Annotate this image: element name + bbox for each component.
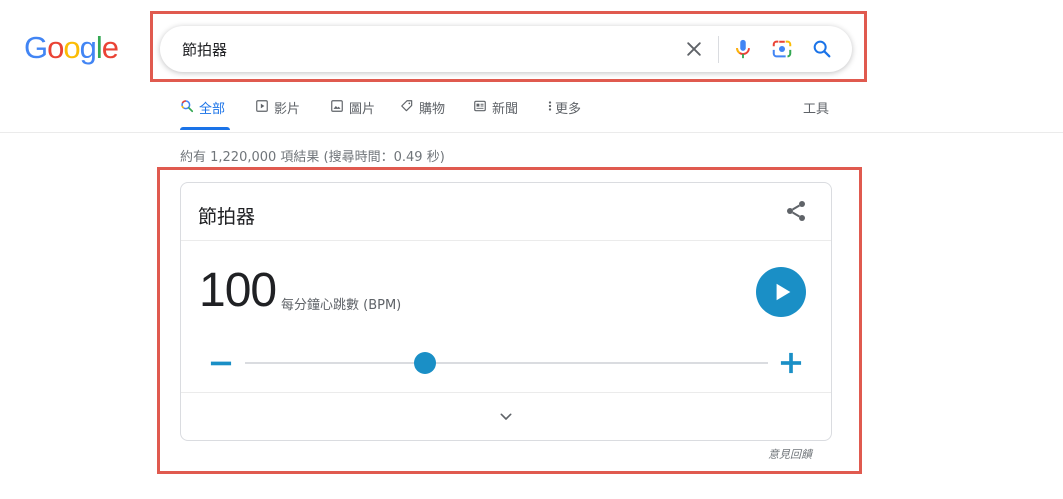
tag-icon xyxy=(401,100,413,112)
logo-letter: o xyxy=(47,30,64,65)
tools-button[interactable]: 工具 xyxy=(803,98,829,132)
tab-all-label: 全部 xyxy=(199,102,226,117)
search-tabs: 全部 影片 圖片 購物 新聞 更多 工具 xyxy=(180,98,840,132)
tab-images[interactable]: 圖片 xyxy=(330,98,375,132)
chevron-down-icon xyxy=(500,413,512,420)
search-input[interactable] xyxy=(182,36,652,62)
search-box xyxy=(160,26,852,72)
tab-more-label: 更多 xyxy=(555,102,582,117)
play-box-icon xyxy=(256,100,268,112)
search-icon xyxy=(813,40,831,58)
newspaper-icon xyxy=(474,100,486,112)
clear-search-button[interactable] xyxy=(682,37,706,61)
microphone-icon xyxy=(736,39,750,59)
tab-images-label: 圖片 xyxy=(349,102,376,117)
metronome-title: 節拍器 xyxy=(198,206,256,228)
search-submit-button[interactable] xyxy=(810,37,834,61)
more-vert-icon xyxy=(548,101,552,111)
plus-icon xyxy=(780,352,802,374)
tab-videos[interactable]: 影片 xyxy=(255,98,300,132)
lens-search-button[interactable] xyxy=(770,37,794,61)
tab-shopping[interactable]: 購物 xyxy=(400,98,445,132)
card-divider xyxy=(181,392,831,393)
bpm-slider-thumb[interactable] xyxy=(414,352,437,374)
search-divider xyxy=(718,36,719,63)
tab-videos-label: 影片 xyxy=(274,102,301,117)
logo-letter: g xyxy=(79,30,97,65)
close-icon xyxy=(687,42,701,56)
card-divider xyxy=(181,240,831,241)
share-button[interactable] xyxy=(784,199,808,223)
share-icon xyxy=(787,201,805,221)
logo-letter: o xyxy=(63,30,80,65)
image-icon xyxy=(331,100,343,112)
tab-more[interactable]: 更多 xyxy=(547,98,581,132)
google-logo[interactable]: Google xyxy=(24,30,119,66)
active-tab-indicator xyxy=(180,127,230,130)
tools-label: 工具 xyxy=(803,102,830,117)
tab-all[interactable]: 全部 xyxy=(180,98,230,132)
metronome-card: 節拍器 100 每分鐘心跳數 (BPM) xyxy=(180,182,832,441)
tabs-divider xyxy=(0,132,1063,133)
result-stats: 約有 1,220,000 項結果 (搜尋時間：0.49 秒) xyxy=(180,150,445,165)
bpm-unit-label: 每分鐘心跳數 (BPM) xyxy=(281,298,402,313)
tab-shopping-label: 購物 xyxy=(419,102,446,117)
camera-lens-icon xyxy=(772,40,792,58)
feedback-link[interactable]: 意見回饋 xyxy=(768,446,812,462)
decrease-bpm-button[interactable] xyxy=(209,351,233,375)
tab-news-label: 新聞 xyxy=(492,102,519,117)
minus-icon xyxy=(210,361,232,366)
voice-search-button[interactable] xyxy=(731,37,755,61)
tab-news[interactable]: 新聞 xyxy=(473,98,518,132)
logo-letter: e xyxy=(101,30,119,65)
search-icon xyxy=(181,100,194,113)
increase-bpm-button[interactable] xyxy=(779,351,803,375)
bpm-value: 100 xyxy=(199,264,277,317)
logo-letter: G xyxy=(24,30,48,65)
expand-button[interactable] xyxy=(494,405,518,429)
bpm-slider[interactable] xyxy=(245,352,768,374)
play-icon xyxy=(776,283,791,301)
play-button[interactable] xyxy=(756,267,806,317)
